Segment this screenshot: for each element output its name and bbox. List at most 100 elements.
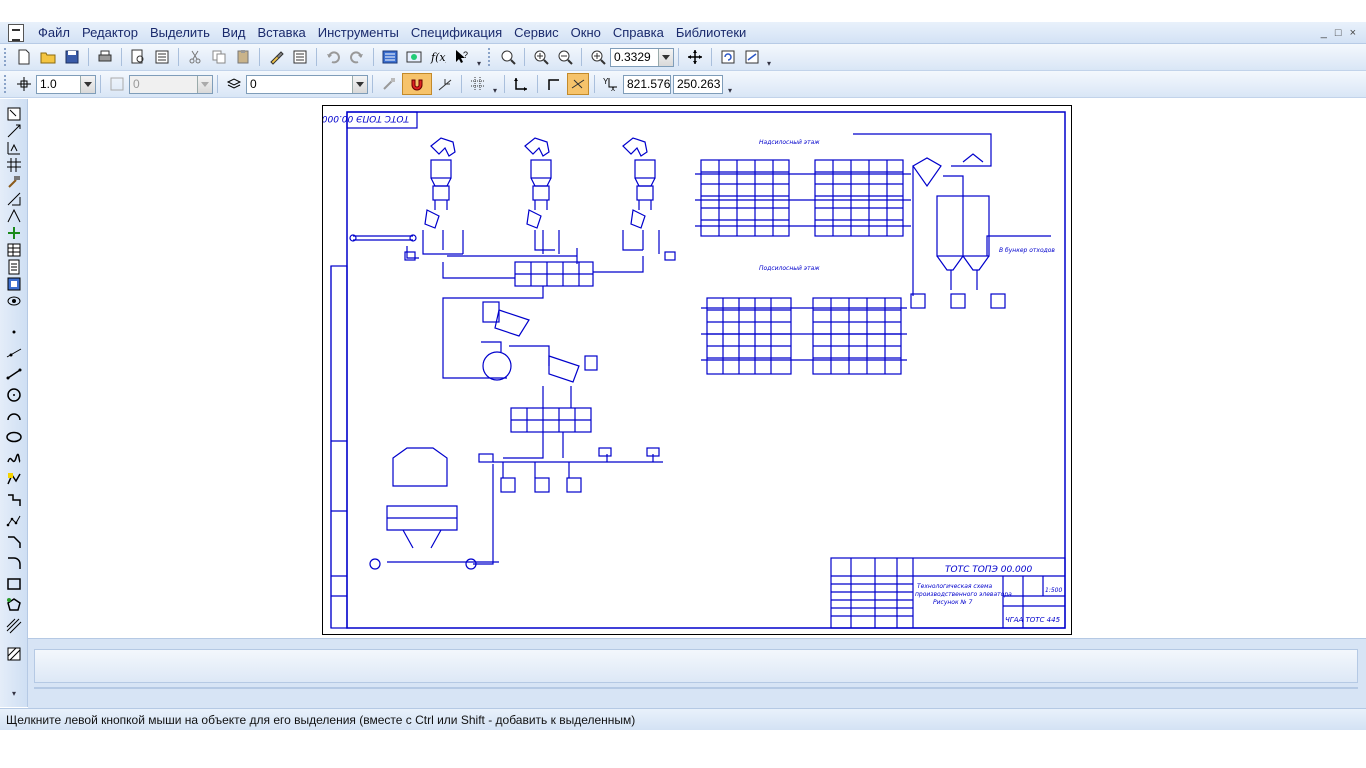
edit-tool-button[interactable] (5, 157, 23, 173)
add-tool-button[interactable] (5, 225, 23, 241)
coordinate-x-field[interactable]: 821.576 (623, 74, 671, 94)
copy-button[interactable] (208, 46, 230, 68)
symbols-tool-button[interactable] (5, 140, 23, 156)
snap-settings-button[interactable] (378, 73, 400, 95)
coordinate-y-field[interactable]: 250.263 (673, 74, 723, 94)
layer-button[interactable] (223, 73, 245, 95)
menu-editor[interactable]: Редактор (76, 22, 144, 44)
spline-tool-button[interactable] (5, 450, 23, 466)
rectangle-tool-button[interactable] (5, 492, 23, 508)
preview-button[interactable] (127, 46, 149, 68)
magnet-snap-button[interactable] (402, 73, 432, 95)
menu-help[interactable]: Справка (607, 22, 670, 44)
step-select[interactable]: 1.0 (36, 74, 96, 94)
print-button[interactable] (94, 46, 116, 68)
chevron-down-icon[interactable] (80, 75, 95, 93)
minimize-button[interactable]: _ (1321, 22, 1327, 44)
segment-tool-button[interactable] (5, 366, 23, 382)
menu-insert[interactable]: Вставка (251, 22, 311, 44)
bezier-tool-button[interactable] (5, 513, 23, 529)
fillet-tool-button[interactable] (5, 555, 23, 571)
label-aspiration: В бункер отходов (999, 247, 1055, 254)
cursor-step-button[interactable] (13, 73, 35, 95)
help-pointer-button[interactable]: ? (451, 46, 473, 68)
zoom-select[interactable]: 0.3329 (610, 47, 674, 67)
close-button[interactable]: × (1350, 22, 1356, 44)
round-button[interactable] (567, 73, 589, 95)
toolbar-grip[interactable] (4, 75, 8, 93)
menu-file[interactable]: Файл (30, 22, 76, 44)
toolbar-grip[interactable] (4, 48, 8, 66)
coordinates-button[interactable]: Yx (600, 73, 622, 95)
save-button[interactable] (61, 46, 83, 68)
restore-button[interactable]: □ (1335, 22, 1342, 44)
cut-button[interactable] (184, 46, 206, 68)
grid-options-dropdown[interactable]: ▾ (490, 73, 500, 95)
ortho-button[interactable] (543, 73, 565, 95)
select-tool-button[interactable] (5, 106, 23, 122)
grid-button[interactable] (467, 73, 489, 95)
spec-tool-button[interactable] (5, 242, 23, 258)
arc-tool-button[interactable] (5, 408, 23, 424)
toolbar-grip[interactable] (488, 48, 492, 66)
toolbar-overflow[interactable]: ▾ (474, 46, 484, 68)
tree-icon (382, 50, 398, 64)
manager-button[interactable] (289, 46, 311, 68)
organization-text: ЧГАА ТОТС 445 (1005, 616, 1061, 624)
document-icon[interactable] (8, 23, 24, 42)
fill-tool-button[interactable] (5, 646, 23, 662)
redo-button[interactable] (346, 46, 368, 68)
open-button[interactable] (37, 46, 59, 68)
redraw-button[interactable] (741, 46, 763, 68)
hatch-tool-button[interactable] (5, 618, 23, 634)
new-document-button[interactable] (13, 46, 35, 68)
polyline-tool-button[interactable] (5, 471, 23, 487)
view-tool-button[interactable] (5, 293, 23, 309)
angle-step-button[interactable] (106, 73, 128, 95)
chevron-down-icon[interactable] (352, 75, 367, 93)
measure-tool-button[interactable] (5, 191, 23, 207)
chamfer-tool-button[interactable] (5, 534, 23, 550)
menu-view[interactable]: Вид (216, 22, 252, 44)
compact-toolbar-overflow[interactable]: ▾ (5, 685, 23, 701)
parametrize-tool-button[interactable] (5, 174, 23, 190)
dimension-tool-button[interactable] (5, 123, 23, 139)
drawing-sheet[interactable]: ТОТС ТОПЭ 00.000 Надсилосный этаж Подсил… (322, 105, 1072, 635)
variables-button[interactable] (403, 46, 425, 68)
menu-tools[interactable]: Инструменты (312, 22, 405, 44)
menu-select[interactable]: Выделить (144, 22, 216, 44)
point-tool-button[interactable] (5, 324, 23, 340)
aux-line-tool-button[interactable] (5, 345, 23, 361)
ellipse-tool-button[interactable] (5, 429, 23, 445)
refresh-view-button[interactable] (717, 46, 739, 68)
zoom-window-button[interactable] (497, 46, 519, 68)
rect-shape-tool-button[interactable] (5, 576, 23, 592)
angle-tool-button[interactable] (5, 208, 23, 224)
layer-select[interactable]: 0 (246, 74, 368, 94)
paste-button[interactable] (232, 46, 254, 68)
circle-tool-button[interactable] (5, 387, 23, 403)
fragment-tool-button[interactable] (5, 276, 23, 292)
local-snap-button[interactable] (434, 73, 456, 95)
menu-service[interactable]: Сервис (508, 22, 565, 44)
pan-button[interactable] (684, 46, 706, 68)
properties-button[interactable] (151, 46, 173, 68)
zoom-in-button[interactable] (530, 46, 552, 68)
toolbar-overflow[interactable]: ▾ (764, 46, 774, 68)
zoom-scale-button[interactable] (587, 46, 609, 68)
local-cs-button[interactable] (510, 73, 532, 95)
undo-button[interactable] (322, 46, 344, 68)
menu-libraries[interactable]: Библиотеки (670, 22, 752, 44)
toolbar-overflow[interactable]: ▾ (725, 73, 735, 95)
properties-field-area[interactable] (34, 649, 1358, 683)
toolbar-separator (711, 48, 712, 66)
format-painter-button[interactable] (265, 46, 287, 68)
zoom-out-button[interactable] (554, 46, 576, 68)
tree-button[interactable] (379, 46, 401, 68)
report-tool-button[interactable] (5, 259, 23, 275)
menu-specification[interactable]: Спецификация (405, 22, 508, 44)
chevron-down-icon[interactable] (658, 48, 673, 66)
polygon-tool-button[interactable] (5, 597, 23, 613)
formula-button[interactable]: f(x) (427, 46, 449, 68)
menu-window[interactable]: Окно (565, 22, 607, 44)
